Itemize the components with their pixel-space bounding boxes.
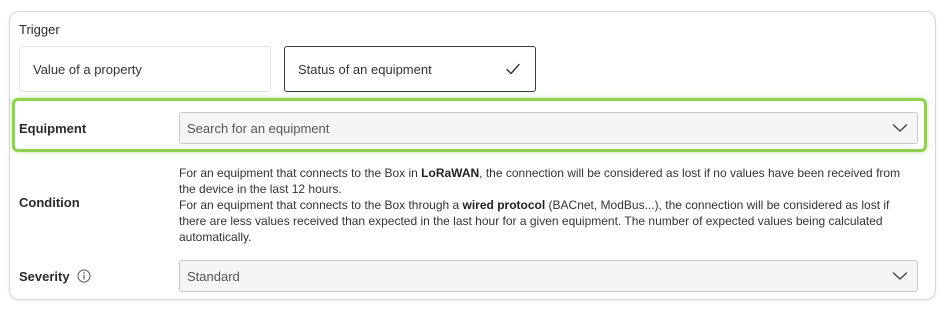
chevron-down-icon [892,124,908,132]
condition-description: For an equipment that connects to the Bo… [179,165,914,245]
severity-label-text: Severity [19,269,70,284]
trigger-option-label: Status of an equipment [298,61,432,77]
trigger-option-status-of-equipment[interactable]: Status of an equipment [284,46,536,92]
checkmark-icon [506,63,520,75]
severity-value: Standard [187,268,240,284]
condition-wired-text: For an equipment that connects to the Bo… [179,198,890,244]
trigger-option-label: Value of a property [33,61,142,77]
equipment-search-select[interactable]: Search for an equipment [179,112,918,144]
trigger-option-value-of-property[interactable]: Value of a property [19,46,271,92]
condition-lorawan-text: For an equipment that connects to the Bo… [179,166,901,196]
chevron-down-icon [892,272,908,280]
equipment-search-placeholder: Search for an equipment [187,120,330,136]
severity-select[interactable]: Standard [179,260,918,292]
condition-label: Condition [19,195,80,210]
info-icon[interactable] [77,269,91,283]
equipment-label: Equipment [19,121,87,136]
severity-label: Severity [19,269,91,284]
trigger-label: Trigger [19,22,60,37]
